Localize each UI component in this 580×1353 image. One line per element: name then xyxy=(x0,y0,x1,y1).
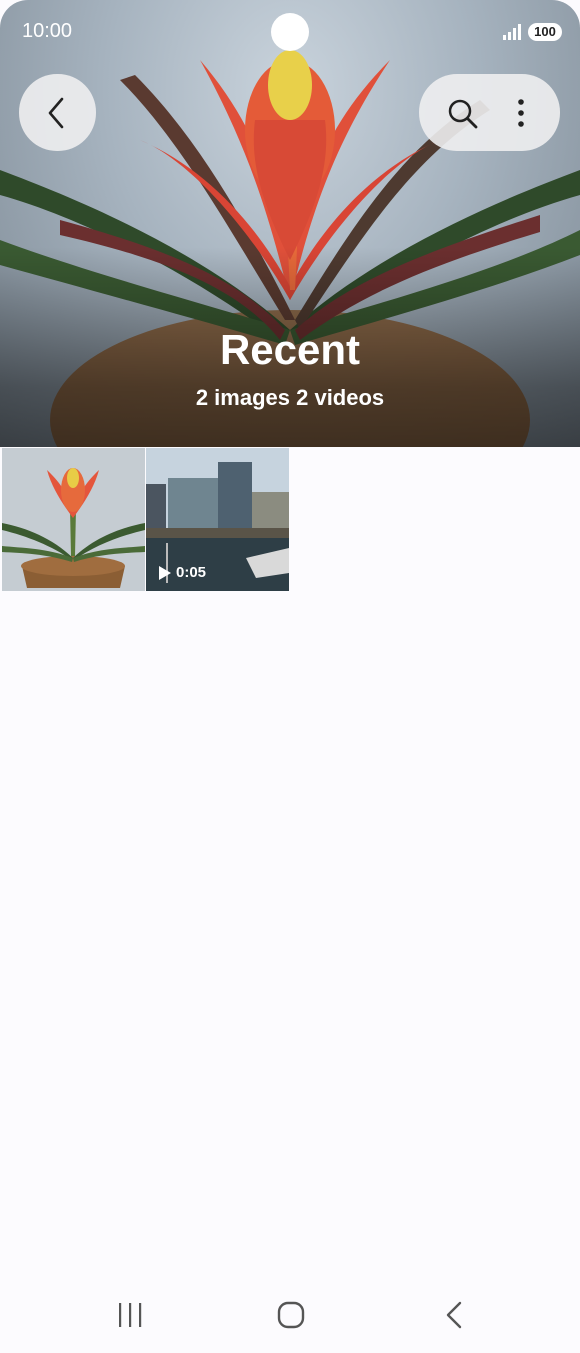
back-icon[interactable] xyxy=(442,1301,466,1329)
status-bar: 10:00 100 xyxy=(0,0,580,64)
video-duration: 0:05 xyxy=(159,564,206,581)
search-icon[interactable] xyxy=(447,98,479,130)
clock: 10:00 xyxy=(22,20,73,42)
signal-icon xyxy=(503,24,521,40)
duration-label: 0:05 xyxy=(176,564,207,581)
navigation-bar xyxy=(0,1277,580,1353)
media-thumbnail-video[interactable]: 0:05 xyxy=(146,448,289,591)
toolbar-actions xyxy=(419,74,560,151)
album-summary: 2 images 2 videos xyxy=(195,385,385,410)
home-icon[interactable] xyxy=(277,1301,305,1329)
camera-cutout xyxy=(271,13,309,51)
more-vert-icon[interactable] xyxy=(513,98,529,128)
media-thumbnail-image[interactable] xyxy=(2,448,145,591)
back-button[interactable] xyxy=(19,74,96,151)
chevron-left-icon xyxy=(48,97,64,129)
play-icon xyxy=(159,565,171,580)
recents-icon[interactable] xyxy=(116,1301,144,1329)
battery-indicator: 100 xyxy=(528,23,562,41)
album-title: Recent xyxy=(219,326,361,373)
album-cover: Recent 2 images 2 videos xyxy=(0,0,580,447)
plant-thumbnail xyxy=(2,448,145,591)
